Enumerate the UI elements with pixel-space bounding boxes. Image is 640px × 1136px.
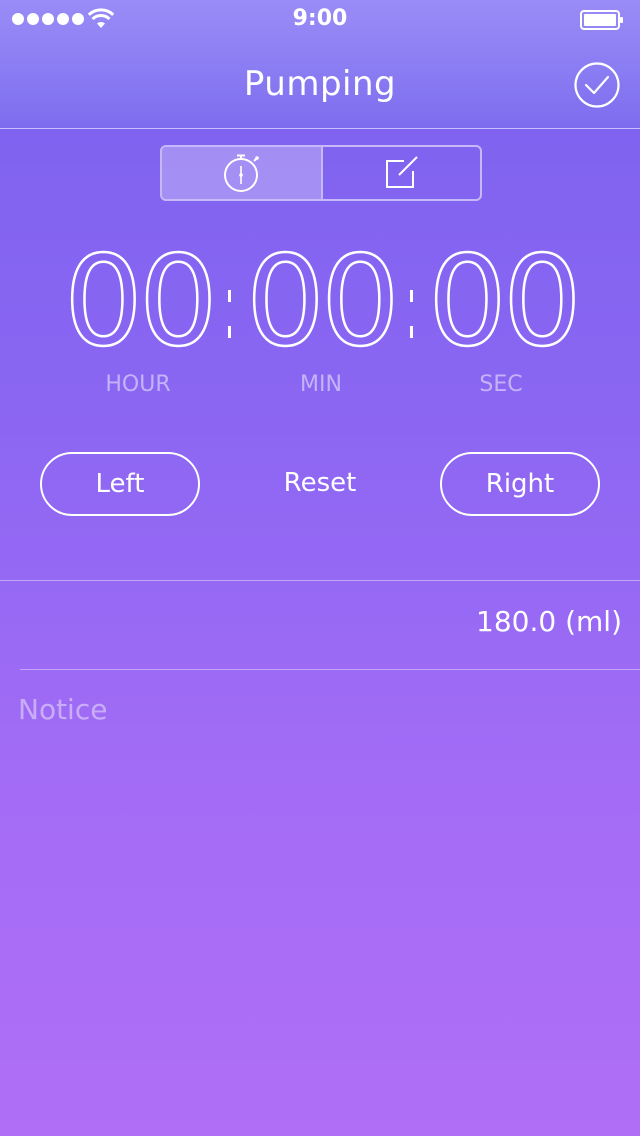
timer-hours: 00 [63,230,219,374]
segment-timer[interactable] [162,147,321,199]
timer-separator [228,290,231,362]
battery-icon [580,10,623,30]
right-button[interactable]: Right [440,452,600,516]
timer-display: 00 00 00 [0,230,640,374]
notice-field[interactable]: Notice [18,693,107,726]
mode-segmented-control [160,145,482,201]
minute-label: MIN [300,372,342,397]
second-label: SEC [479,372,523,397]
edit-icon [385,156,418,188]
screen: 9:00 Pumping 00 00 00 HOUR MIN SEC Left … [0,0,640,1136]
left-button[interactable]: Left [40,452,200,516]
stopwatch-icon [223,154,259,192]
status-time: 9:00 [292,6,348,31]
divider [20,669,640,670]
volume-field[interactable]: 180.0 (ml) [476,605,622,638]
done-checkmark-icon[interactable] [574,62,620,108]
timer-minutes: 00 [245,230,401,374]
timer-seconds: 00 [427,230,583,374]
segment-manual-entry[interactable] [321,147,480,199]
divider [0,580,640,581]
hour-label: HOUR [105,372,171,397]
reset-button[interactable]: Reset [240,468,400,498]
page-title: Pumping [243,64,397,104]
status-bar: 9:00 [0,0,640,40]
header-area: 9:00 Pumping [0,0,640,129]
timer-separator [410,290,413,362]
